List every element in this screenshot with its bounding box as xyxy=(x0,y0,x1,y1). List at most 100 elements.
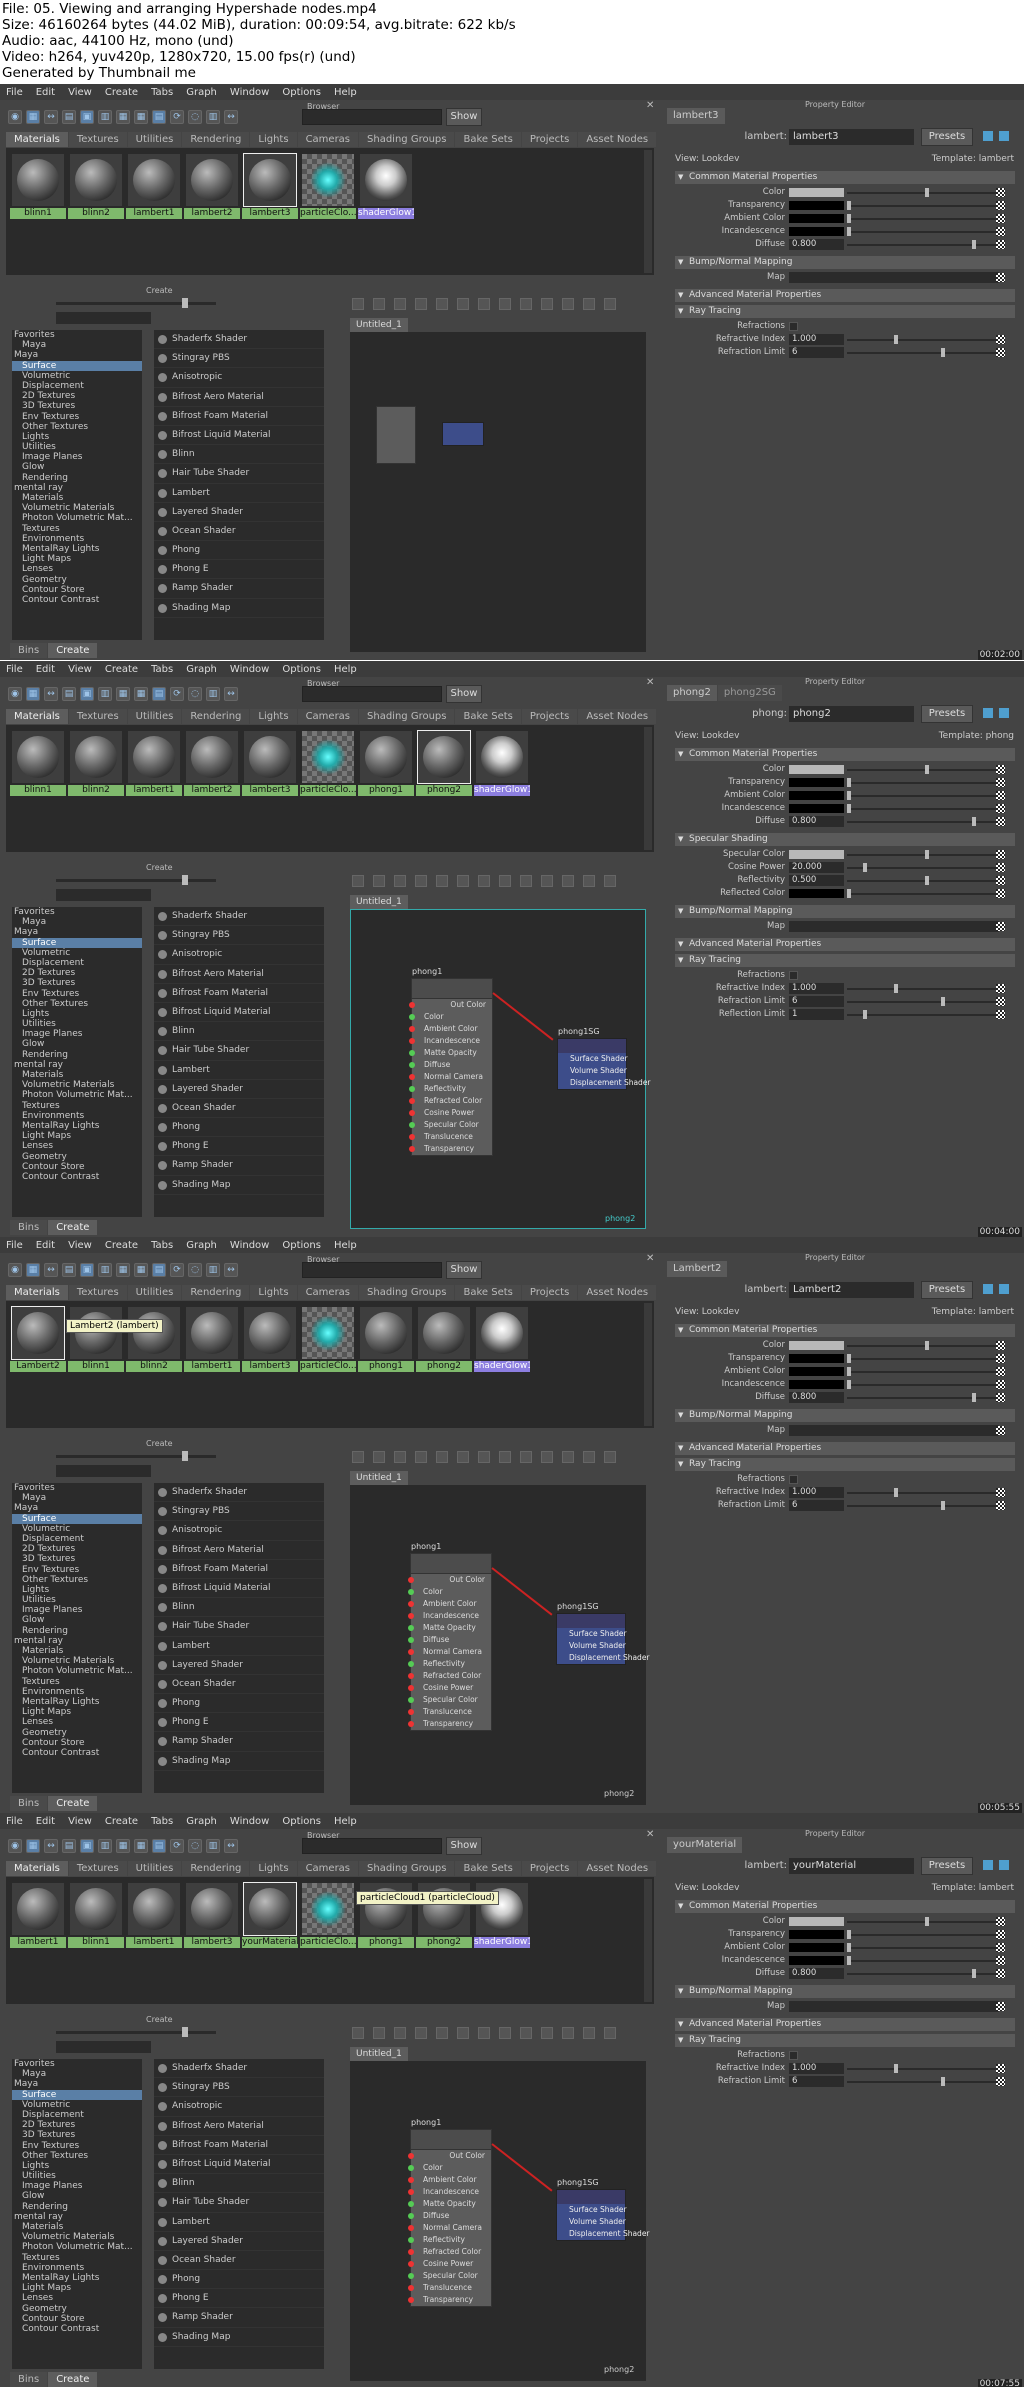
layout-icon[interactable] xyxy=(352,1451,364,1463)
node-port[interactable]: Cosine Power xyxy=(408,1682,491,1694)
grid-icon[interactable]: ▦ xyxy=(26,1839,40,1853)
graph-icon[interactable]: ▤ xyxy=(62,110,76,124)
category-item[interactable]: Maya xyxy=(12,917,142,927)
layout-icon[interactable] xyxy=(478,1451,490,1463)
layout-icon[interactable] xyxy=(478,298,490,310)
section-ray-tracing[interactable]: Ray Tracing xyxy=(675,305,1015,318)
link-icon[interactable] xyxy=(999,1860,1009,1870)
node-item[interactable]: Shading Map xyxy=(154,2328,324,2347)
node-item[interactable]: Phong xyxy=(154,541,324,561)
map-button-icon[interactable] xyxy=(996,1010,1005,1019)
node-port[interactable]: Translucence xyxy=(408,2282,491,2294)
node-item[interactable]: Lambert xyxy=(154,1061,324,1080)
material-swatch[interactable]: lambert1 xyxy=(126,1881,182,1948)
node-item[interactable]: Shading Map xyxy=(154,599,324,618)
node-item[interactable]: Ramp Shader xyxy=(154,1732,324,1752)
refresh-icon[interactable]: ⟳ xyxy=(170,1263,184,1277)
slider-thumb[interactable] xyxy=(847,1930,851,1939)
color-swatch[interactable] xyxy=(789,889,844,898)
tab-bake-sets[interactable]: Bake Sets xyxy=(455,1285,521,1300)
layout-icon[interactable] xyxy=(583,2027,595,2039)
render-icon[interactable]: ◉ xyxy=(8,1839,22,1853)
category-item[interactable]: Other Textures xyxy=(12,422,142,432)
graph-icon[interactable]: ▥ xyxy=(206,1839,220,1853)
map-button-icon[interactable] xyxy=(996,2064,1005,2073)
graph-icon[interactable]: ▥ xyxy=(206,1263,220,1277)
node-item[interactable]: Blinn xyxy=(154,1022,324,1042)
slider-thumb[interactable] xyxy=(925,1341,929,1350)
category-item[interactable]: 3D Textures xyxy=(12,401,142,411)
node-port[interactable]: Matte Opacity xyxy=(408,1622,491,1634)
grid-icon[interactable]: ▦ xyxy=(134,687,148,701)
node-item[interactable]: Phong xyxy=(154,1694,324,1714)
menu-create[interactable]: Create xyxy=(105,1816,138,1827)
slider-thumb[interactable] xyxy=(925,765,929,774)
map-button-icon[interactable] xyxy=(996,791,1005,800)
material-swatch[interactable]: lambert1 xyxy=(184,1305,240,1372)
node-item[interactable]: Hair Tube Shader xyxy=(154,2193,324,2213)
layout-icon[interactable] xyxy=(562,875,574,887)
menu-view[interactable]: View xyxy=(68,87,92,98)
node-port[interactable]: Ambient Color xyxy=(409,1023,492,1035)
graph-icon[interactable]: ▣ xyxy=(80,1839,94,1853)
category-item[interactable]: Volumetric Materials xyxy=(12,503,142,513)
close-icon[interactable]: ✕ xyxy=(646,1253,654,1264)
link-icon[interactable] xyxy=(999,1284,1009,1294)
node-item[interactable]: Ocean Shader xyxy=(154,2251,324,2271)
node-port[interactable]: Reflectivity xyxy=(409,1083,492,1095)
slider-thumb[interactable] xyxy=(182,875,188,885)
presets-button[interactable]: Presets xyxy=(921,1281,973,1299)
material-swatch[interactable]: shaderGlow1 xyxy=(358,152,414,219)
node-port[interactable]: Diffuse xyxy=(408,1634,491,1646)
graph-icon[interactable]: ▤ xyxy=(62,1839,76,1853)
node-item[interactable]: Anisotropic xyxy=(154,1521,324,1541)
material-swatch[interactable]: Lambert2 xyxy=(10,1305,66,1372)
category-item[interactable]: Utilities xyxy=(12,442,142,452)
category-item[interactable]: Volumetric Materials xyxy=(12,1656,142,1666)
grid-icon[interactable]: ▦ xyxy=(134,1263,148,1277)
layout-icon[interactable] xyxy=(583,298,595,310)
map-button-icon[interactable] xyxy=(996,1341,1005,1350)
render-icon[interactable]: ◉ xyxy=(8,1263,22,1277)
tab-utilities[interactable]: Utilities xyxy=(127,1285,182,1300)
map-button-icon[interactable] xyxy=(996,765,1005,774)
node-item[interactable]: Ramp Shader xyxy=(154,579,324,599)
map-button-icon[interactable] xyxy=(996,188,1005,197)
layout-icon[interactable]: ▥ xyxy=(98,687,112,701)
map-button-icon[interactable] xyxy=(996,1426,1005,1435)
slider-thumb[interactable] xyxy=(940,1501,945,1510)
node-item[interactable]: Bifrost Aero Material xyxy=(154,388,324,407)
node-port[interactable]: Surface Shader xyxy=(557,2204,627,2216)
layout-icon[interactable] xyxy=(520,1451,532,1463)
swatch-size-slider[interactable] xyxy=(56,2027,216,2037)
category-item[interactable]: Light Maps xyxy=(12,1707,142,1717)
category-item[interactable]: Maya xyxy=(12,340,142,350)
attribute-value[interactable]: 0.800 xyxy=(789,239,844,250)
category-item[interactable]: Utilities xyxy=(12,1019,142,1029)
category-item[interactable]: Rendering xyxy=(12,1050,142,1060)
layout-icon[interactable] xyxy=(520,2027,532,2039)
map-button-icon[interactable] xyxy=(996,1380,1005,1389)
node-item[interactable]: Layered Shader xyxy=(154,2232,324,2251)
category-item[interactable]: Lights xyxy=(12,1009,142,1019)
map-button-icon[interactable] xyxy=(996,348,1005,357)
category-item[interactable]: Maya xyxy=(12,1493,142,1503)
layout-icon[interactable] xyxy=(394,298,406,310)
node-port[interactable]: Cosine Power xyxy=(408,2258,491,2270)
map-button-icon[interactable] xyxy=(996,1367,1005,1376)
attribute-value[interactable]: 6 xyxy=(789,347,844,358)
map-button-icon[interactable] xyxy=(996,273,1005,282)
material-swatch[interactable]: shaderGlow1 xyxy=(474,1305,530,1372)
grid-icon[interactable]: ▦ xyxy=(26,1263,40,1277)
material-swatch[interactable]: phong2 xyxy=(416,1305,472,1372)
slider-thumb[interactable] xyxy=(893,1488,898,1497)
map-button-icon[interactable] xyxy=(996,1930,1005,1939)
tab-materials[interactable]: Materials xyxy=(6,709,68,724)
category-item[interactable]: MentalRay Lights xyxy=(12,1121,142,1131)
shading-group-node[interactable]: phong1SG Surface Shader Volume Shader Displ… xyxy=(557,1027,651,1090)
category-item[interactable]: Environments xyxy=(12,1687,142,1697)
category-item[interactable]: Materials xyxy=(12,1646,142,1656)
material-swatch[interactable]: lambert3 xyxy=(184,1881,240,1948)
node-port[interactable]: Ambient Color xyxy=(408,1598,491,1610)
category-item[interactable]: Glow xyxy=(12,462,142,472)
